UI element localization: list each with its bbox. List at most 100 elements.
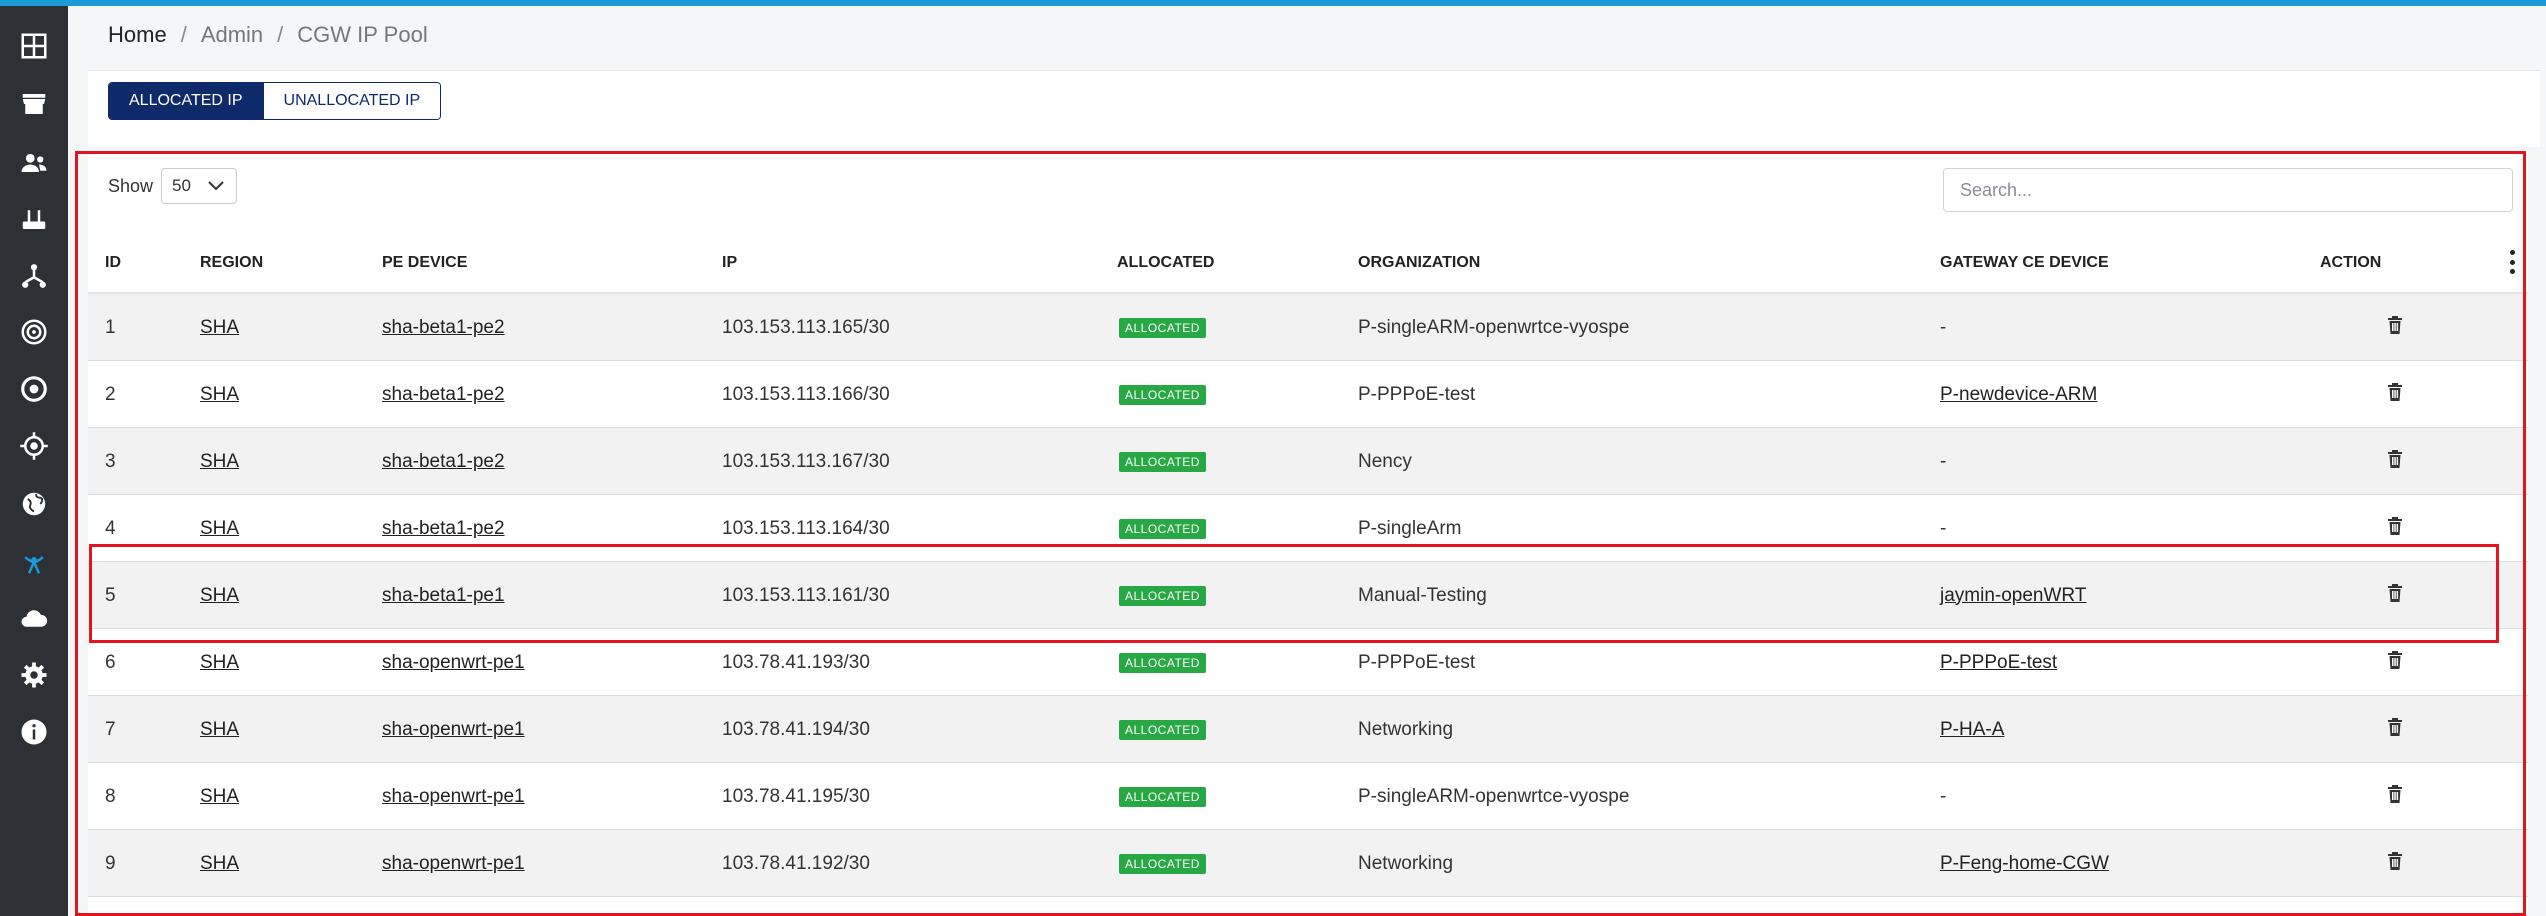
col-header-gateway-ce-device[interactable]: GATEWAY CE DEVICE <box>1940 254 2109 272</box>
sidebar-item-dashboard[interactable] <box>0 18 68 74</box>
sidebar-item-settings[interactable] <box>0 647 68 703</box>
region-link[interactable]: SHA <box>200 652 239 674</box>
column-menu-icon[interactable] <box>2505 250 2519 274</box>
cell-pe-device[interactable]: sha-beta1-pe2 <box>382 428 505 495</box>
cell-region[interactable]: SHA <box>200 428 239 495</box>
pe-device-link[interactable]: sha-openwrt-pe1 <box>382 786 525 808</box>
region-link[interactable]: SHA <box>200 384 239 406</box>
pe-device-link[interactable]: sha-beta1-pe2 <box>382 384 505 406</box>
cell-pe-device[interactable]: sha-openwrt-pe1 <box>382 763 525 830</box>
cell-pe-device[interactable]: sha-openwrt-pe1 <box>382 830 525 897</box>
sidebar-item-antenna[interactable] <box>0 534 68 590</box>
cell-pe-device[interactable]: sha-beta1-pe2 <box>382 361 505 428</box>
pe-device-link[interactable]: sha-beta1-pe2 <box>382 451 505 473</box>
cell-id: 5 <box>105 584 116 606</box>
cell-allocated: ALLOCATED <box>1119 562 1206 629</box>
cell-organization: Networking <box>1358 718 1454 740</box>
cell-region[interactable]: SHA <box>200 830 239 897</box>
cell-gateway-ce-device[interactable]: P-HA-A <box>1940 696 2004 763</box>
col-header-ip[interactable]: IP <box>722 254 737 272</box>
cell-pe-device[interactable]: sha-beta1-pe1 <box>382 562 505 629</box>
cell-region[interactable]: SHA <box>200 495 239 562</box>
pe-device-link[interactable]: sha-openwrt-pe1 <box>382 853 525 875</box>
col-header-pe-device[interactable]: PE DEVICE <box>382 254 467 272</box>
sidebar-item-cloud[interactable] <box>0 590 68 646</box>
cell-gateway-ce-device[interactable]: P-PPPoE-test <box>1940 629 2057 696</box>
region-link[interactable]: SHA <box>200 451 239 473</box>
sidebar-item-radar[interactable] <box>0 304 68 360</box>
pe-device-link[interactable]: sha-beta1-pe1 <box>382 585 505 607</box>
col-header-id[interactable]: ID <box>105 254 121 272</box>
cell-gateway-ce-device[interactable]: P-newdevice-ARM <box>1940 361 2097 428</box>
sidebar-item-globe[interactable] <box>0 476 68 532</box>
gateway-ce-link[interactable]: P-Feng-home-CGW <box>1940 853 2109 875</box>
delete-button[interactable] <box>2387 294 2403 361</box>
region-link[interactable]: SHA <box>200 518 239 540</box>
delete-button[interactable] <box>2387 830 2403 897</box>
cell-region[interactable]: SHA <box>200 763 239 830</box>
cell-gateway-ce-device[interactable]: jaymin-openWRT <box>1940 562 2086 629</box>
cell-region[interactable]: SHA <box>200 562 239 629</box>
pe-device-link[interactable]: sha-beta1-pe2 <box>382 317 505 339</box>
delete-button[interactable] <box>2387 361 2403 428</box>
pe-device-link[interactable]: sha-openwrt-pe1 <box>382 652 525 674</box>
cell-gateway-ce-device[interactable]: P-Feng-home-CGW <box>1940 830 2109 897</box>
col-header-organization[interactable]: ORGANIZATION <box>1358 254 1480 272</box>
tab-allocated-ip[interactable]: ALLOCATED IP <box>109 83 263 119</box>
pe-device-link[interactable]: sha-beta1-pe2 <box>382 518 505 540</box>
cell-region[interactable]: SHA <box>200 629 239 696</box>
cell-gateway-ce-device: - <box>1940 428 1946 495</box>
delete-button[interactable] <box>2387 495 2403 562</box>
tab-unallocated-ip[interactable]: UNALLOCATED IP <box>262 83 441 119</box>
gateway-ce-link[interactable]: P-newdevice-ARM <box>1940 384 2097 406</box>
trash-icon <box>2387 449 2403 474</box>
tab-panel <box>88 70 2540 147</box>
sidebar-item-router[interactable] <box>0 191 68 247</box>
cell-pe-device[interactable]: sha-beta1-pe2 <box>382 294 505 361</box>
gateway-ce-link[interactable]: P-HA-A <box>1940 719 2004 741</box>
ip-tab-toggle: ALLOCATED IP UNALLOCATED IP <box>108 82 442 120</box>
pe-device-link[interactable]: sha-openwrt-pe1 <box>382 719 525 741</box>
delete-button[interactable] <box>2387 696 2403 763</box>
col-header-region[interactable]: REGION <box>200 254 263 272</box>
cell-pe-device[interactable]: sha-openwrt-pe1 <box>382 696 525 763</box>
delete-button[interactable] <box>2387 763 2403 830</box>
gateway-ce-link[interactable]: jaymin-openWRT <box>1940 585 2086 607</box>
page-size-select[interactable]: 50 <box>161 168 238 204</box>
sidebar-item-target[interactable] <box>0 361 68 417</box>
col-header-allocated[interactable]: ALLOCATED <box>1117 254 1214 272</box>
delete-button[interactable] <box>2387 629 2403 696</box>
trash-icon <box>2387 382 2403 407</box>
region-link[interactable]: SHA <box>200 853 239 875</box>
gateway-ce-link[interactable]: P-PPPoE-test <box>1940 652 2057 674</box>
delete-button[interactable] <box>2387 562 2403 629</box>
table-row: 7 SHA sha-openwrt-pe1 103.78.41.194/30 ALLOC… <box>88 696 2528 763</box>
table-row: 1 SHA sha-beta1-pe2 103.153.113.165/30 ALLOC… <box>88 294 2528 361</box>
search-input[interactable] <box>1943 168 2513 212</box>
cell-gateway-ce-device: - <box>1940 294 1946 361</box>
show-label: Show <box>108 175 154 196</box>
region-link[interactable]: SHA <box>200 317 239 339</box>
cell-pe-device[interactable]: sha-beta1-pe2 <box>382 495 505 562</box>
breadcrumb-home[interactable]: Home <box>108 22 167 48</box>
sidebar-item-location[interactable] <box>0 418 68 474</box>
table-row: 6 SHA sha-openwrt-pe1 103.78.41.193/30 ALLOC… <box>88 629 2528 696</box>
cell-ip: 103.153.113.165/30 <box>722 316 890 338</box>
cell-region[interactable]: SHA <box>200 696 239 763</box>
breadcrumb-admin[interactable]: Admin <box>201 22 263 48</box>
sidebar-item-store[interactable] <box>0 76 68 132</box>
target-icon <box>21 376 47 402</box>
sidebar-item-info[interactable] <box>0 704 68 760</box>
region-link[interactable]: SHA <box>200 719 239 741</box>
sidebar-item-network[interactable] <box>0 248 68 304</box>
cell-ip: 103.153.113.161/30 <box>722 584 890 606</box>
delete-button[interactable] <box>2387 428 2403 495</box>
cell-region[interactable]: SHA <box>200 294 239 361</box>
region-link[interactable]: SHA <box>200 585 239 607</box>
cell-region[interactable]: SHA <box>200 361 239 428</box>
cell-organization: P-singleArm <box>1358 517 1462 539</box>
status-badge: ALLOCATED <box>1119 719 1206 740</box>
sidebar-item-users[interactable] <box>0 134 68 190</box>
cell-pe-device[interactable]: sha-openwrt-pe1 <box>382 629 525 696</box>
region-link[interactable]: SHA <box>200 786 239 808</box>
